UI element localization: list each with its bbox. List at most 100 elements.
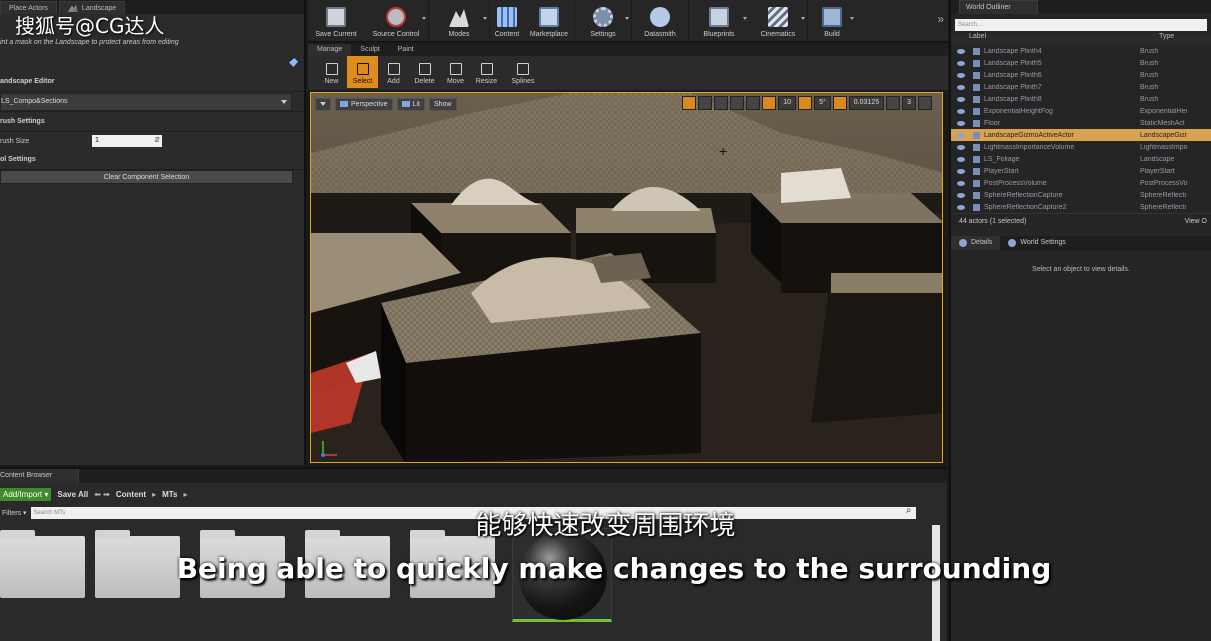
- tab-manage[interactable]: Manage: [308, 44, 352, 56]
- visibility-eye-icon[interactable]: [957, 132, 965, 138]
- tool-resize[interactable]: Resize: [471, 56, 502, 88]
- landscape-mode-panel: Place Actors Landscape int a mask on the…: [0, 0, 306, 465]
- column-label[interactable]: Label: [969, 33, 1159, 45]
- world-outliner-tab[interactable]: World Outliner: [951, 0, 1211, 14]
- breadcrumb-content[interactable]: Content: [116, 490, 146, 499]
- datasmith-button[interactable]: Datasmith: [632, 0, 688, 42]
- visibility-eye-icon[interactable]: [957, 72, 965, 78]
- visibility-eye-icon[interactable]: [957, 120, 965, 126]
- tab-details-label: Details: [971, 239, 993, 246]
- outliner-row-type: Brush: [1140, 47, 1159, 55]
- brush-size-field[interactable]: 1: [92, 135, 162, 147]
- column-type[interactable]: Type: [1159, 33, 1174, 45]
- marketplace-button[interactable]: Marketplace: [524, 0, 574, 42]
- outliner-row[interactable]: PlayerStart PlayerStart: [951, 165, 1211, 177]
- outliner-row[interactable]: LandscapeGizmoActiveActor LandscapeGizr: [951, 129, 1211, 141]
- visibility-eye-icon[interactable]: [957, 96, 965, 102]
- outliner-row[interactable]: Landscape Plinth8 Brush: [951, 93, 1211, 105]
- settings-button[interactable]: Settings: [575, 0, 631, 42]
- outliner-row[interactable]: LightmassImportanceVolume LightmassImpo: [951, 141, 1211, 153]
- outliner-row-type: PostProcessVo: [1140, 179, 1188, 187]
- globe-icon: [1008, 239, 1017, 247]
- actor-type-icon: [973, 95, 980, 103]
- outliner-row[interactable]: Landscape Plinth7 Brush: [951, 81, 1211, 93]
- add-import-button[interactable]: Add/Import ▾: [0, 487, 52, 501]
- content-browser-tab[interactable]: Content Browser: [0, 469, 947, 483]
- content-button[interactable]: Content: [490, 0, 524, 42]
- source-control-button[interactable]: Source Control: [364, 0, 428, 42]
- section-landscape-editor[interactable]: andscape Editor: [0, 72, 304, 92]
- details-icon: [959, 239, 967, 247]
- outliner-row-type: LandscapeGizr: [1140, 131, 1188, 139]
- outliner-search-input[interactable]: Search...: [955, 19, 1207, 31]
- outliner-row[interactable]: SphereReflectionCapture2 SphereReflecti: [951, 201, 1211, 213]
- show-label: Show: [433, 100, 452, 108]
- visibility-eye-icon[interactable]: [957, 108, 965, 114]
- outliner-row-label: PlayerStart: [984, 167, 1019, 175]
- modes-button[interactable]: Modes: [429, 0, 489, 42]
- splines-icon: [517, 63, 529, 75]
- tab-world-settings[interactable]: World Settings: [1000, 236, 1073, 250]
- modes-icon: [449, 9, 469, 27]
- tab-details[interactable]: Details: [951, 236, 1001, 250]
- viewport-options-button[interactable]: [315, 97, 331, 111]
- section-brush-settings[interactable]: rush Settings: [0, 112, 304, 132]
- chevron-down-icon: [422, 17, 426, 20]
- settings-label: Settings: [590, 31, 616, 38]
- tool-add-label: Add: [387, 78, 400, 85]
- perspective-button[interactable]: Perspective: [335, 97, 393, 111]
- tab-paint[interactable]: Paint: [389, 44, 423, 56]
- history-nav-arrows[interactable]: ⬅ ➡: [94, 490, 110, 499]
- visibility-eye-icon[interactable]: [957, 84, 965, 90]
- landscape-dropdown[interactable]: LS_Compo&Sections: [0, 92, 292, 111]
- outliner-row[interactable]: SphereReflectionCapture SphereReflecti: [951, 189, 1211, 201]
- actor-type-icon: [973, 155, 980, 163]
- section-tool-settings[interactable]: ol Settings: [0, 150, 304, 170]
- visibility-eye-icon[interactable]: [957, 180, 965, 186]
- visibility-eye-icon[interactable]: [957, 168, 965, 174]
- save-all-button[interactable]: Save All: [57, 490, 88, 499]
- outliner-row[interactable]: Landscape Plinth4 Brush: [951, 45, 1211, 57]
- tool-move[interactable]: Move: [440, 56, 471, 88]
- blueprints-button[interactable]: Blueprints: [689, 0, 749, 42]
- outliner-row-type: LightmassImpo: [1140, 143, 1188, 151]
- level-viewport[interactable]: Perspective Lit Show 10 5° 0.03125 3 +: [310, 92, 943, 463]
- details-tabs: Details World Settings: [951, 236, 1211, 250]
- outliner-row[interactable]: Floor StaticMeshAct: [951, 117, 1211, 129]
- outliner-row-label: Landscape Plinth7: [984, 83, 1042, 91]
- outliner-row[interactable]: ExponentialHeightFog ExponentialHei: [951, 105, 1211, 117]
- outliner-row-label: LandscapeGizmoActiveActor: [984, 131, 1074, 139]
- save-current-button[interactable]: Save Current: [308, 0, 364, 42]
- visibility-eye-icon[interactable]: [957, 156, 965, 162]
- tool-delete[interactable]: Delete: [409, 56, 440, 88]
- visibility-eye-icon[interactable]: [957, 144, 965, 150]
- clear-component-selection-button[interactable]: Clear Component Selection: [0, 170, 293, 184]
- tool-splines[interactable]: Splines: [502, 56, 544, 88]
- visibility-eye-icon[interactable]: [957, 60, 965, 66]
- view-mode-lit-button[interactable]: Lit: [396, 97, 425, 111]
- outliner-row[interactable]: Landscape Plinth5 Brush: [951, 57, 1211, 69]
- toolbar-overflow-chevron-icon[interactable]: »: [937, 12, 944, 26]
- content-label: Content: [494, 31, 520, 38]
- blueprints-icon: [709, 7, 729, 27]
- outliner-row-type: Brush: [1140, 83, 1159, 91]
- outliner-row[interactable]: PostProcessVolume PostProcessVo: [951, 177, 1211, 189]
- tool-add[interactable]: Add: [378, 56, 409, 88]
- viewport-scene: [311, 93, 942, 462]
- build-button[interactable]: Build: [808, 0, 856, 42]
- outliner-row[interactable]: LS_Foliage Landscape: [951, 153, 1211, 165]
- breadcrumb-mts[interactable]: MTs: [162, 490, 177, 499]
- visibility-eye-icon[interactable]: [957, 48, 965, 54]
- show-button[interactable]: Show: [428, 97, 457, 111]
- visibility-eye-icon[interactable]: [957, 192, 965, 198]
- cinematics-button[interactable]: Cinematics: [749, 0, 807, 42]
- outliner-row[interactable]: Landscape Plinth6 Brush: [951, 69, 1211, 81]
- tool-new[interactable]: New: [316, 56, 347, 88]
- tool-select[interactable]: Select: [347, 56, 378, 88]
- actor-type-icon: [973, 143, 980, 151]
- view-options-button[interactable]: View O: [1185, 214, 1207, 228]
- modes-label: Modes: [448, 31, 470, 38]
- marketplace-label: Marketplace: [529, 31, 569, 38]
- visibility-eye-icon[interactable]: [957, 204, 965, 210]
- tab-sculpt[interactable]: Sculpt: [351, 44, 388, 56]
